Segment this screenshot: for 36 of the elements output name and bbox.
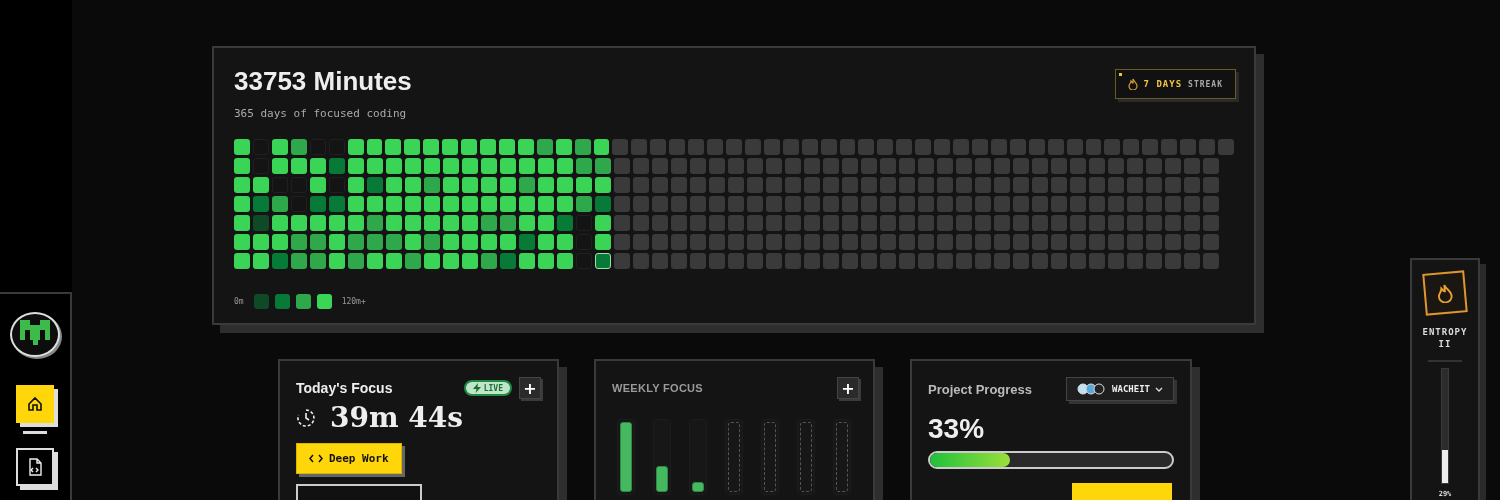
entropy-label: ENTROPY II xyxy=(1421,326,1469,350)
card-title: WEEKLY FOCUS xyxy=(612,382,703,394)
empty-day-bar xyxy=(836,422,848,492)
empty-day-bar xyxy=(728,422,740,492)
flame-icon[interactable] xyxy=(1422,270,1468,316)
card-title: Today's Focus xyxy=(296,380,394,396)
progress-percent: 33% xyxy=(928,413,986,445)
logo[interactable] xyxy=(10,312,60,357)
legend-swatch xyxy=(274,294,290,309)
home-icon xyxy=(27,396,43,412)
lightning-icon xyxy=(472,383,481,393)
streak-label: STREAK xyxy=(1188,79,1223,89)
live-badge: LIVE xyxy=(463,380,512,396)
entropy-slider[interactable] xyxy=(1441,368,1449,484)
focus-time: 39m 44s xyxy=(330,401,464,434)
legend-swatch xyxy=(295,294,311,309)
empty-day-bar xyxy=(800,422,812,492)
avatar-group-icon xyxy=(1077,383,1108,395)
flame-icon xyxy=(1127,78,1138,90)
project-dropdown[interactable]: WACHEIT xyxy=(1066,377,1174,401)
legend-min-label: 0m xyxy=(234,297,244,306)
add-button[interactable]: + xyxy=(519,377,541,399)
legend-swatch xyxy=(253,294,269,309)
subtitle: 365 days of focused coding xyxy=(234,107,407,120)
mode-button[interactable]: Deep Work xyxy=(296,443,402,474)
clock-icon xyxy=(296,407,316,428)
code-icon xyxy=(309,454,323,463)
total-minutes-title: 33753 Minutes xyxy=(234,66,412,97)
code-file-icon xyxy=(27,458,43,476)
legend-max-label: 120m+ xyxy=(341,297,366,306)
card-title: Project Progress xyxy=(928,381,1033,397)
empty-day-bar xyxy=(764,422,776,492)
chevron-down-icon xyxy=(1155,386,1163,392)
legend-swatch xyxy=(316,294,332,309)
add-button[interactable]: + xyxy=(837,377,859,399)
streak-value: 7 DAYS xyxy=(1143,79,1183,89)
